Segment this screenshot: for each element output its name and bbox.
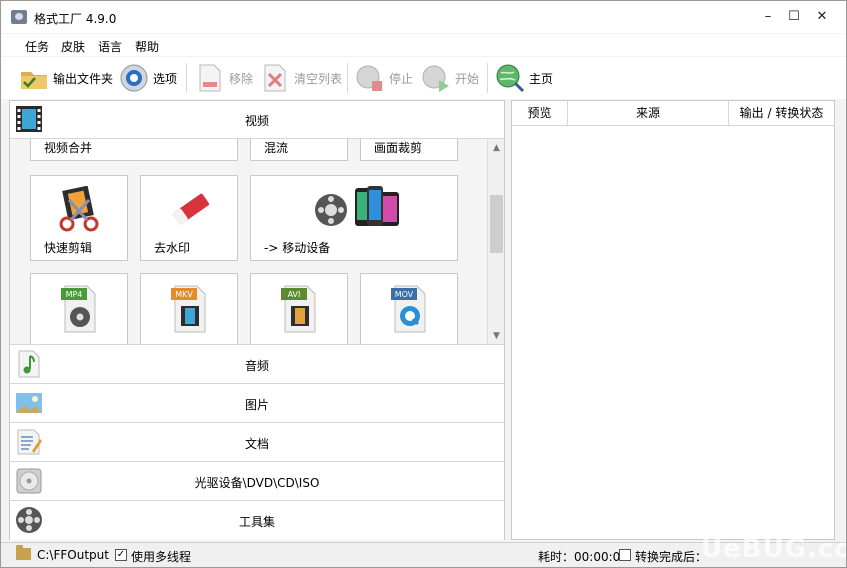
maximize-button[interactable]: ☐	[779, 7, 809, 27]
clear-list-label: 清空列表	[294, 71, 343, 86]
svg-text:MOV: MOV	[395, 290, 414, 299]
globe-search-icon	[495, 63, 525, 93]
menu-bar: 任务 皮肤 语言 帮助	[1, 34, 846, 56]
category-picture[interactable]: 图片	[10, 385, 504, 423]
category-video-label: 视频	[244, 114, 269, 128]
column-output-status[interactable]: 输出 / 转换状态	[729, 101, 834, 125]
svg-text:AVI: AVI	[288, 290, 301, 299]
app-window: 格式工厂 4.9.0 – ☐ ✕ 任务 皮肤 语言 帮助 输出文件夹 选项 移除…	[0, 0, 847, 568]
category-rom-device[interactable]: 光驱设备\DVD\CD\ISO	[10, 463, 504, 501]
document-remove-icon	[195, 63, 225, 93]
column-source[interactable]: 来源	[568, 101, 729, 125]
options-label: 选项	[153, 71, 178, 86]
category-audio[interactable]: 音频	[10, 346, 504, 384]
options-button[interactable]: 选项	[119, 60, 177, 96]
category-tools-label: 工具集	[238, 515, 275, 529]
app-icon	[11, 10, 27, 24]
toolbar-separator	[186, 63, 187, 93]
toolbar-separator	[487, 63, 488, 93]
multithread-label: 使用多线程	[131, 550, 192, 564]
eraser-icon	[167, 186, 213, 235]
title-bar: 格式工厂 4.9.0 – ☐ ✕	[1, 1, 846, 33]
scroll-thumb[interactable]	[490, 195, 503, 253]
tile-quick-clip-label: 快速剪辑	[44, 241, 93, 255]
video-function-grid: 视频合并 混流 画面裁剪 快速剪辑 去水印 -> 移动设备 MP4 MKV AV…	[10, 139, 504, 345]
category-audio-label: 音频	[244, 359, 269, 373]
scissors-film-icon	[55, 185, 105, 235]
elapsed-time: 耗时：00:00:00	[538, 550, 628, 564]
output-folder-label: 输出文件夹	[53, 71, 114, 86]
avi-file-icon: AVI	[277, 284, 323, 337]
start-button[interactable]: 开始	[421, 60, 479, 96]
gear-icon	[119, 63, 149, 93]
toolbar-separator	[347, 63, 348, 93]
task-list-header: 预览 来源 输出 / 转换状态	[512, 101, 834, 126]
after-convert-checkbox[interactable]	[619, 549, 631, 561]
tile-avi[interactable]: AVI	[250, 273, 348, 344]
category-video[interactable]: 视频	[10, 101, 504, 139]
watermark: UeBUG.com	[701, 534, 846, 564]
tile-remove-watermark-label: 去水印	[154, 241, 191, 255]
tile-video-merge-label: 视频合并	[44, 141, 93, 155]
tile-video-merge[interactable]: 视频合并	[30, 139, 238, 161]
stop-icon	[355, 63, 385, 93]
mkv-file-icon: MKV	[167, 284, 213, 337]
menu-skin[interactable]: 皮肤	[61, 38, 85, 55]
video-grid-scrollbar[interactable]: ▲ ▼	[487, 139, 504, 344]
category-tools[interactable]: 工具集	[10, 502, 504, 540]
scroll-up-arrow[interactable]: ▲	[489, 140, 504, 156]
tile-mux-label: 混流	[264, 141, 289, 155]
svg-text:MKV: MKV	[175, 290, 193, 299]
home-button[interactable]: 主页	[495, 60, 553, 96]
output-path[interactable]: C:\FFOutput	[37, 548, 109, 562]
function-panel: 视频 视频合并 混流 画面裁剪 快速剪辑 去水印 -> 移动设备 MP4 MKV…	[9, 100, 505, 540]
mobile-device-icon	[311, 184, 407, 233]
stop-button[interactable]: 停止	[355, 60, 413, 96]
tile-crop-label: 画面裁剪	[374, 141, 423, 155]
category-document-label: 文档	[244, 437, 269, 451]
stop-label: 停止	[389, 71, 414, 86]
svg-text:MP4: MP4	[66, 290, 83, 299]
menu-task[interactable]: 任务	[25, 38, 49, 55]
close-button[interactable]: ✕	[807, 7, 837, 27]
tile-remove-watermark[interactable]: 去水印	[140, 175, 238, 261]
tile-mp4[interactable]: MP4	[30, 273, 128, 344]
folder-icon	[19, 63, 49, 93]
scroll-down-arrow[interactable]: ▼	[489, 328, 504, 344]
tile-mobile-device-label: -> 移动设备	[264, 241, 331, 255]
column-preview[interactable]: 预览	[512, 101, 568, 125]
clear-list-button[interactable]: 清空列表	[260, 60, 342, 96]
remove-label: 移除	[229, 71, 254, 86]
category-picture-label: 图片	[244, 398, 269, 412]
start-label: 开始	[455, 71, 480, 86]
tile-mov[interactable]: MOV	[360, 273, 458, 344]
document-clear-icon	[260, 63, 290, 93]
start-icon	[421, 63, 451, 93]
home-label: 主页	[529, 71, 554, 86]
output-folder-button[interactable]: 输出文件夹	[19, 60, 113, 96]
toolbar: 输出文件夹 选项 移除 清空列表 停止 开始 主页	[1, 57, 846, 99]
tile-crop[interactable]: 画面裁剪	[360, 139, 458, 161]
mov-file-icon: MOV	[387, 284, 433, 337]
multithread-checkbox[interactable]: ✓	[115, 549, 127, 561]
menu-language[interactable]: 语言	[98, 38, 122, 55]
tile-quick-clip[interactable]: 快速剪辑	[30, 175, 128, 261]
mp4-file-icon: MP4	[57, 284, 103, 337]
category-document[interactable]: 文档	[10, 424, 504, 462]
folder-icon[interactable]	[16, 545, 31, 560]
remove-button[interactable]: 移除	[195, 60, 253, 96]
window-title: 格式工厂 4.9.0	[34, 12, 117, 26]
after-convert-label: 转换完成后：	[635, 550, 708, 564]
tile-mobile-device[interactable]: -> 移动设备	[250, 175, 458, 261]
category-rom-device-label: 光驱设备\DVD\CD\ISO	[194, 476, 320, 490]
tile-mux[interactable]: 混流	[250, 139, 348, 161]
task-list-panel: 预览 来源 输出 / 转换状态	[511, 100, 835, 540]
menu-help[interactable]: 帮助	[135, 38, 159, 55]
tile-mkv[interactable]: MKV	[140, 273, 238, 344]
